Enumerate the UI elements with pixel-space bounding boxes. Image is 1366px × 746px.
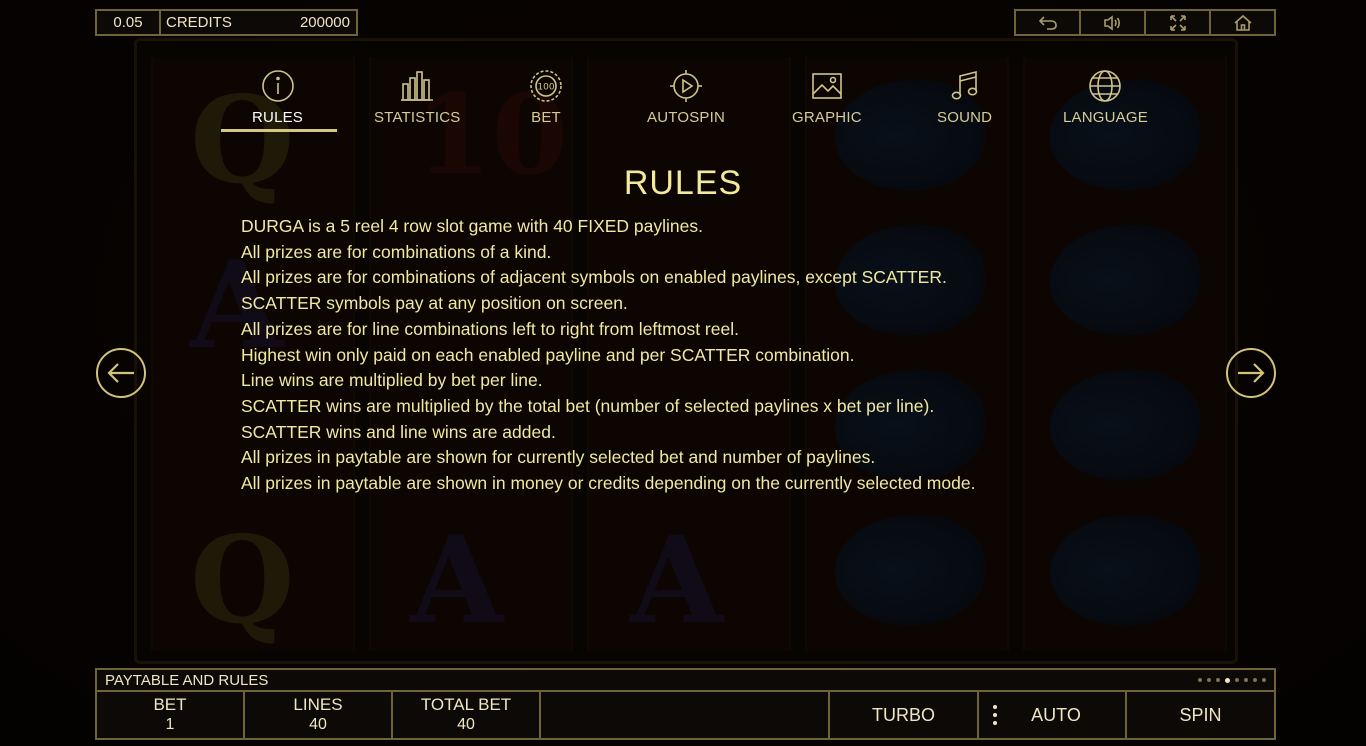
tab-label: SOUND — [937, 109, 993, 126]
tab-label: STATISTICS — [374, 109, 461, 126]
total-bet-label: TOTAL BET — [420, 695, 512, 714]
page-dot — [1235, 678, 1239, 682]
top-toolbar — [1014, 9, 1276, 36]
rule-line: Highest win only paid on each enabled pa… — [241, 344, 855, 365]
credits-label: CREDITS — [166, 14, 232, 31]
image-icon — [812, 73, 842, 99]
lines-value: 40 — [309, 716, 327, 733]
tab-statistics[interactable]: STATISTICS — [374, 68, 460, 126]
globe-icon — [1089, 70, 1122, 102]
previous-page-button[interactable] — [96, 348, 146, 398]
page-dot — [1262, 678, 1266, 682]
arrow-left-icon — [107, 363, 134, 383]
home-icon — [1233, 14, 1252, 31]
section-label: PAYTABLE AND RULES — [105, 672, 269, 689]
arrow-right-icon — [1238, 363, 1265, 383]
more-options-icon[interactable] — [993, 705, 998, 725]
rule-line: All prizes are for line combinations lef… — [241, 318, 739, 339]
speaker-icon — [1103, 14, 1120, 31]
rules-list: DURGA is a 5 reel 4 row slot game with 4… — [241, 214, 1141, 497]
tab-language[interactable]: LANGUAGE — [1063, 68, 1148, 126]
rule-line: SCATTER symbols pay at any position on s… — [241, 293, 628, 314]
tab-label: RULES — [252, 109, 304, 126]
rule-line: All prizes in paytable are shown in mone… — [241, 473, 976, 494]
spin-button[interactable]: SPIN — [1127, 692, 1274, 738]
bet-value: 1 — [165, 716, 175, 733]
empty-cell — [541, 692, 830, 738]
page-dot — [1216, 678, 1220, 682]
tab-autospin[interactable]: AUTOSPIN — [647, 68, 725, 126]
rule-line: DURGA is a 5 reel 4 row slot game with 4… — [241, 216, 703, 236]
turbo-button[interactable]: TURBO — [830, 692, 979, 738]
bet-selector[interactable]: BET 1 — [97, 692, 245, 738]
rule-line: All prizes are for combinations of a kin… — [241, 241, 552, 262]
home-button[interactable] — [1211, 11, 1274, 34]
fullscreen-icon — [1169, 14, 1186, 31]
tab-label: BET — [531, 109, 561, 126]
back-button[interactable] — [1016, 11, 1081, 34]
rule-line: SCATTER wins are multiplied by the total… — [241, 395, 935, 416]
credits-value: 200000 — [299, 14, 350, 31]
page-indicator — [1198, 677, 1266, 683]
bottom-panel: PAYTABLE AND RULES BET 1 LINES 40 TOTAL … — [95, 668, 1276, 740]
page-dot — [1253, 678, 1257, 682]
lines-selector[interactable]: LINES 40 — [245, 692, 393, 738]
total-bet-display: TOTAL BET 40 — [393, 692, 541, 738]
tab-label: LANGUAGE — [1063, 109, 1148, 126]
rule-line: All prizes in paytable are shown for cur… — [241, 447, 876, 468]
rule-line: Line wins are multiplied by bet per line… — [241, 370, 543, 391]
tab-sound[interactable]: SOUND — [937, 68, 992, 126]
auto-label: AUTO — [1031, 705, 1081, 725]
fullscreen-button[interactable] — [1146, 11, 1211, 34]
auto-button[interactable]: AUTO — [979, 692, 1127, 738]
tab-label: AUTOSPIN — [647, 109, 726, 126]
page-dot — [1244, 678, 1248, 682]
tab-bet[interactable]: 100 BET — [528, 68, 564, 126]
page-title: RULES — [623, 164, 743, 202]
credits-panel: 0.05 CREDITS 200000 — [95, 9, 358, 36]
undo-arrow-icon — [1038, 15, 1057, 30]
sound-button[interactable] — [1081, 11, 1146, 34]
tab-graphic[interactable]: GRAPHIC — [792, 68, 862, 126]
spin-label: SPIN — [1179, 705, 1222, 725]
lines-label: LINES — [293, 695, 343, 714]
rule-line: SCATTER wins and line wins are added. — [241, 421, 556, 442]
autoplay-icon — [670, 70, 702, 102]
page-dot — [1225, 677, 1230, 683]
tab-label: GRAPHIC — [792, 109, 862, 126]
turbo-label: TURBO — [872, 705, 935, 725]
tab-rules[interactable]: RULES — [252, 68, 303, 126]
chip-100-icon: 100 — [530, 70, 562, 102]
rule-line: All prizes are for combinations of adjac… — [241, 267, 947, 288]
next-page-button[interactable] — [1226, 348, 1276, 398]
bet-label: BET — [153, 695, 187, 714]
info-icon — [261, 70, 294, 102]
page-dot — [1198, 678, 1202, 682]
bar-chart-icon — [401, 71, 434, 101]
svg-text:100: 100 — [537, 83, 554, 93]
page-dot — [1207, 678, 1211, 682]
music-note-icon — [951, 70, 977, 100]
bet-controls: BET 1 LINES 40 TOTAL BET 40 TURBO AUTO S… — [97, 690, 1274, 738]
active-tab-indicator — [221, 129, 337, 132]
total-bet-value: 40 — [457, 716, 475, 733]
denomination-value[interactable]: 0.05 — [97, 11, 161, 34]
